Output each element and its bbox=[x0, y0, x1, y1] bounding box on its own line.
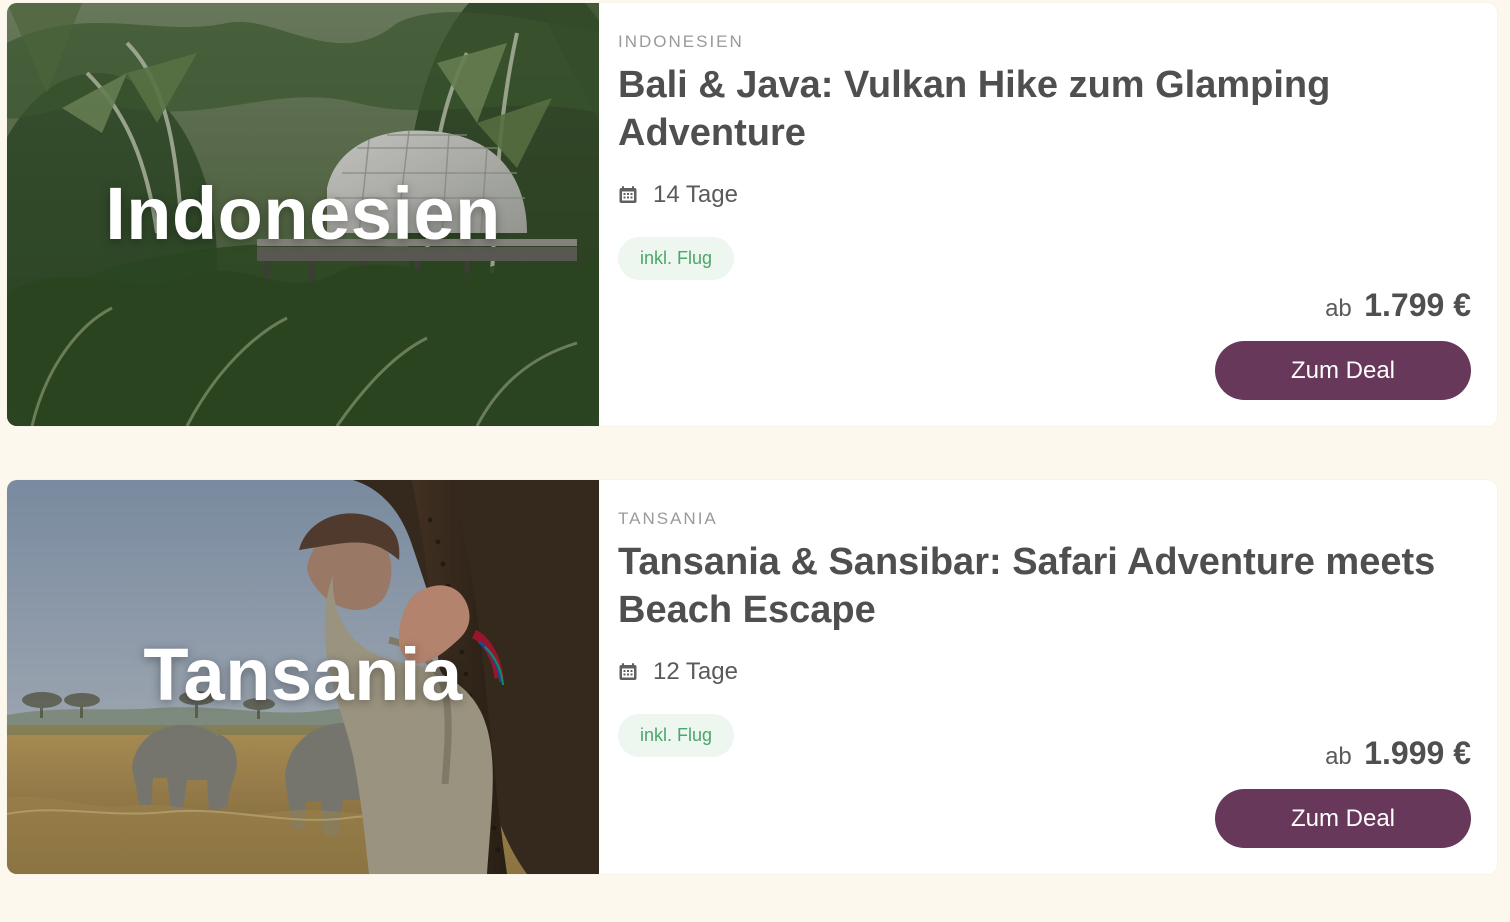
destination-region: TANSANIA bbox=[618, 509, 718, 528]
deal-content: TANSANIA Tansania & Sansibar: Safari Adv… bbox=[599, 480, 1497, 874]
trip-duration: 12 Tage bbox=[618, 658, 738, 686]
deal-card[interactable]: Indonesien INDONESIEN Bali & Java: Vulka… bbox=[7, 3, 1497, 426]
trip-duration: 14 Tage bbox=[618, 181, 738, 209]
view-deal-button[interactable]: Zum Deal bbox=[1215, 789, 1471, 848]
price-prefix: ab bbox=[1325, 295, 1352, 322]
view-deal-button[interactable]: Zum Deal bbox=[1215, 341, 1471, 400]
calendar-icon bbox=[619, 663, 637, 680]
price-amount: 1.999 € bbox=[1364, 735, 1471, 771]
price-amount: 1.799 € bbox=[1364, 287, 1471, 323]
deal-image[interactable]: Tansania bbox=[7, 480, 599, 874]
duration-label: 12 Tage bbox=[653, 658, 738, 685]
deal-price: ab 1.799 € bbox=[1325, 287, 1471, 324]
deal-content: INDONESIEN Bali & Java: Vulkan Hike zum … bbox=[599, 3, 1497, 426]
destination-overlay-title: Indonesien bbox=[105, 172, 501, 255]
included-flight-badge: inkl. Flug bbox=[618, 714, 735, 757]
deal-card[interactable]: Tansania TANSANIA Tansania & Sansibar: S… bbox=[7, 480, 1497, 874]
deal-title[interactable]: Bali & Java: Vulkan Hike zum Glamping Ad… bbox=[618, 61, 1458, 157]
included-flight-badge: inkl. Flug bbox=[618, 237, 735, 280]
deal-image[interactable]: Indonesien bbox=[7, 3, 599, 426]
deal-price: ab 1.999 € bbox=[1325, 735, 1471, 772]
destination-region: INDONESIEN bbox=[618, 32, 744, 51]
price-prefix: ab bbox=[1325, 743, 1352, 770]
deal-title[interactable]: Tansania & Sansibar: Safari Adventure me… bbox=[618, 538, 1458, 634]
calendar-icon bbox=[619, 186, 637, 203]
destination-overlay-title: Tansania bbox=[143, 633, 463, 716]
duration-label: 14 Tage bbox=[653, 181, 738, 208]
